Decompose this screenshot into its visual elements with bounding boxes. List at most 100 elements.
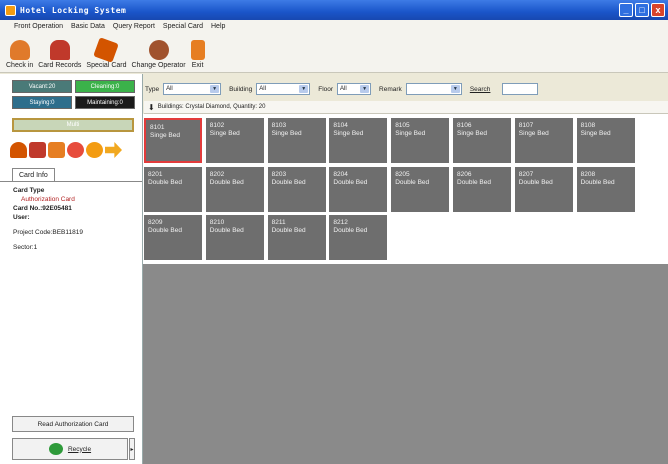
quick-action-icons bbox=[10, 142, 122, 158]
room-type: Singe Bed bbox=[271, 130, 302, 137]
checkin-icon bbox=[9, 40, 30, 60]
floor-label: Floor bbox=[318, 85, 334, 93]
room-tile[interactable]: 8212 Double Bed bbox=[329, 215, 388, 260]
room-tile[interactable]: 8201 Double Bed bbox=[144, 166, 202, 212]
building-select[interactable]: All ▼ bbox=[256, 83, 311, 95]
room-number: 8208 bbox=[580, 170, 596, 178]
room-grid: 8101 Singe Bed 8102 Singe Bed 8103 Singe Bed 8… bbox=[143, 114, 668, 264]
status-maintaining[interactable]: Maintaining:0 bbox=[75, 96, 135, 109]
room-tile[interactable]: 8105 Singe Bed bbox=[391, 118, 450, 163]
remark-select[interactable]: ▼ bbox=[405, 83, 462, 95]
room-type: Singe Bed bbox=[150, 132, 180, 139]
card-records-button[interactable]: Card Records bbox=[38, 40, 81, 72]
status-cleaning[interactable]: Cleaning:0 bbox=[75, 80, 135, 93]
left-pane: Vacant:20 Cleaning:0 Staying:0 Maintaini… bbox=[0, 74, 143, 464]
room-type: Double Bed bbox=[148, 227, 182, 234]
building-label: Building bbox=[229, 85, 253, 93]
room-tile[interactable]: 8103 Singe Bed bbox=[267, 118, 326, 163]
search-input[interactable] bbox=[502, 83, 539, 95]
card-user: User: bbox=[13, 214, 30, 221]
room-number: 8206 bbox=[457, 170, 472, 178]
room-type: Singe Bed bbox=[580, 130, 611, 137]
room-type: Singe Bed bbox=[518, 130, 549, 137]
special-card-button[interactable]: Special Card bbox=[86, 37, 127, 72]
room-tile[interactable]: 8205 Double Bed bbox=[391, 166, 450, 212]
room-tile[interactable]: 8106 Singe Bed bbox=[453, 118, 511, 163]
room-number: 8207 bbox=[518, 170, 534, 178]
card-records-icon bbox=[49, 40, 70, 60]
tab-card-info[interactable]: Card Info bbox=[12, 168, 55, 182]
multi-select-button[interactable]: Multi bbox=[12, 118, 134, 132]
room-tile[interactable]: 8211 Double Bed bbox=[267, 215, 326, 260]
room-number: 8103 bbox=[271, 122, 287, 129]
search-label: Search bbox=[469, 85, 491, 93]
room-tile[interactable]: 8209 Double Bed bbox=[144, 215, 202, 260]
user-icon[interactable] bbox=[67, 142, 84, 158]
menu-special-card[interactable]: Special Card bbox=[163, 23, 203, 30]
room-number: 8107 bbox=[518, 122, 534, 129]
arrow-right-icon[interactable] bbox=[105, 142, 122, 158]
gear-icon[interactable] bbox=[86, 142, 103, 158]
room-number: 8105 bbox=[395, 122, 410, 129]
chevron-down-icon: ▼ bbox=[299, 85, 309, 93]
room-number: 8212 bbox=[333, 219, 348, 226]
card-icon[interactable] bbox=[29, 142, 46, 158]
room-tile[interactable]: 8101 Singe Bed bbox=[144, 118, 202, 163]
clean-icon[interactable] bbox=[48, 142, 65, 158]
room-type: Double Bed bbox=[271, 227, 306, 234]
room-tile[interactable]: 8108 Singe Bed bbox=[576, 118, 635, 163]
room-type: Double Bed bbox=[457, 178, 491, 186]
room-type: Double Bed bbox=[580, 178, 615, 186]
change-operator-icon bbox=[148, 40, 169, 60]
exit-icon bbox=[190, 40, 205, 60]
floor-select[interactable]: All ▼ bbox=[337, 83, 372, 95]
menu-query-report[interactable]: Query Report bbox=[113, 23, 155, 30]
read-authorization-card-button[interactable]: Read Authorization Card bbox=[12, 416, 134, 432]
exit-button[interactable]: Exit bbox=[190, 40, 205, 72]
special-card-icon bbox=[93, 37, 120, 63]
building-info-text: Buildings: Crystal Diamond, Quantity: 20 bbox=[157, 104, 266, 110]
close-button[interactable]: x bbox=[651, 3, 665, 17]
checkin-button[interactable]: Check in bbox=[6, 40, 33, 72]
status-vacant[interactable]: Vacant:20 bbox=[12, 80, 72, 93]
menu-help[interactable]: Help bbox=[211, 23, 225, 30]
room-tile[interactable]: 8102 Singe Bed bbox=[205, 118, 264, 163]
room-number: 8211 bbox=[271, 219, 286, 226]
room-tile[interactable]: 8208 Double Bed bbox=[576, 166, 635, 212]
status-staying[interactable]: Staying:0 bbox=[12, 96, 72, 109]
room-tile[interactable]: 8203 Double Bed bbox=[267, 166, 326, 212]
menu-front-operation[interactable]: Front Operation bbox=[14, 23, 63, 30]
room-tile[interactable]: 8104 Singe Bed bbox=[329, 118, 388, 163]
room-tile[interactable]: 8210 Double Bed bbox=[205, 215, 264, 260]
maximize-button[interactable]: □ bbox=[635, 3, 649, 17]
toolbar: Check in Card Records Special Card Chang… bbox=[0, 33, 668, 73]
card-number: Card No.:92E05481 bbox=[13, 205, 72, 212]
chevron-down-icon: ▼ bbox=[450, 85, 460, 93]
room-tile[interactable]: 8206 Double Bed bbox=[453, 166, 511, 212]
building-info-bar: ⬇ Buildings: Crystal Diamond, Quantity: … bbox=[144, 101, 668, 114]
room-type: Double Bed bbox=[148, 178, 182, 186]
room-number: 8202 bbox=[209, 170, 225, 178]
minimize-button[interactable]: _ bbox=[619, 3, 633, 17]
card-type-value: Authorization Card bbox=[21, 196, 75, 203]
change-operator-button[interactable]: Change Operator bbox=[132, 40, 186, 72]
room-tile[interactable]: 8107 Singe Bed bbox=[514, 118, 573, 163]
guest-icon[interactable] bbox=[10, 142, 27, 158]
remark-label: Remark bbox=[379, 85, 402, 93]
filter-bar: Type All ▼ Building All ▼ Floor All ▼ Remar… bbox=[145, 80, 668, 98]
type-select[interactable]: All ▼ bbox=[163, 83, 222, 95]
room-area: 8101 Singe Bed 8102 Singe Bed 8103 Singe Bed 8… bbox=[143, 114, 668, 464]
arrow-down-icon: ⬇ bbox=[148, 102, 155, 112]
menu-basic-data[interactable]: Basic Data bbox=[71, 23, 105, 30]
room-type: Double Bed bbox=[395, 178, 430, 186]
room-tile[interactable]: 8202 Double Bed bbox=[205, 166, 264, 212]
menu-bar: Front Operation Basic Data Query Report … bbox=[0, 20, 668, 33]
room-tile[interactable]: 8204 Double Bed bbox=[329, 166, 388, 212]
recycle-dropdown-arrow[interactable]: ▸ bbox=[129, 438, 135, 460]
room-type: Double Bed bbox=[271, 178, 306, 186]
room-tile[interactable]: 8207 Double Bed bbox=[514, 166, 573, 212]
recycle-icon bbox=[48, 443, 63, 455]
recycle-button[interactable]: Recycle bbox=[12, 438, 128, 460]
recycle-label: Recycle bbox=[67, 445, 92, 453]
room-number: 8203 bbox=[271, 170, 287, 178]
